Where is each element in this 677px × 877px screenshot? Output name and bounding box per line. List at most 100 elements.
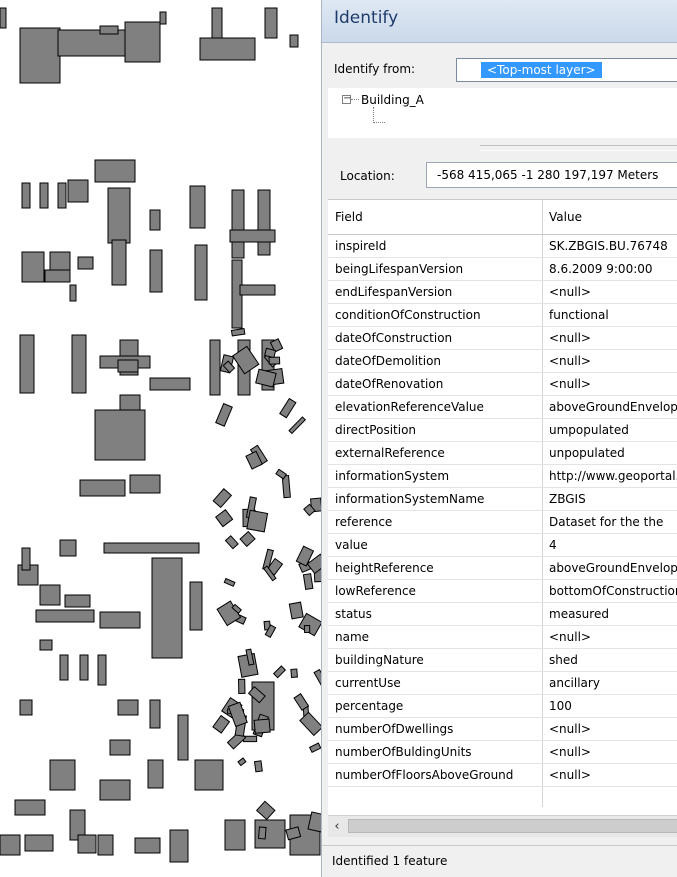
table-row[interactable]: directPosition umpopulated bbox=[328, 419, 677, 442]
building-footprint[interactable] bbox=[59, 539, 77, 557]
building-footprint[interactable] bbox=[79, 654, 89, 681]
identify-from-dropdown[interactable]: <Top-most layer> bbox=[456, 58, 677, 82]
building-footprint[interactable] bbox=[246, 509, 269, 533]
building-footprint[interactable] bbox=[77, 834, 97, 854]
building-footprint[interactable] bbox=[149, 249, 163, 293]
building-footprint[interactable] bbox=[227, 701, 248, 728]
building-footprint[interactable] bbox=[107, 187, 131, 244]
building-footprint[interactable] bbox=[257, 826, 267, 840]
building-footprint[interactable] bbox=[124, 21, 161, 63]
table-row[interactable]: beingLifespanVersion 8.6.2009 9:00:00 bbox=[328, 258, 677, 281]
building-footprint[interactable] bbox=[239, 530, 256, 548]
table-row[interactable]: endLifespanVersion <null> bbox=[328, 281, 677, 304]
building-footprint[interactable] bbox=[209, 339, 221, 396]
building-footprint[interactable] bbox=[39, 639, 53, 651]
building-footprint[interactable] bbox=[215, 509, 234, 528]
building-footprint[interactable] bbox=[97, 654, 107, 686]
building-footprint[interactable] bbox=[308, 742, 322, 754]
building-footprint[interactable] bbox=[35, 609, 95, 623]
table-row[interactable]: reference Dataset for the the bbox=[328, 511, 677, 534]
building-footprint[interactable] bbox=[0, 7, 7, 29]
building-footprint[interactable] bbox=[71, 334, 87, 394]
building-footprint[interactable] bbox=[159, 11, 167, 25]
building-footprint[interactable] bbox=[147, 759, 164, 789]
collapse-icon[interactable]: − bbox=[342, 94, 351, 104]
table-row[interactable]: status measured bbox=[328, 603, 677, 626]
building-footprint[interactable] bbox=[69, 284, 77, 302]
building-footprint[interactable] bbox=[99, 779, 131, 801]
building-footprint[interactable] bbox=[149, 699, 161, 729]
scroll-thumb[interactable] bbox=[348, 819, 677, 833]
building-footprint[interactable] bbox=[97, 834, 114, 856]
building-footprint[interactable] bbox=[299, 711, 324, 737]
table-row[interactable]: informationSystemName ZBGIS bbox=[328, 488, 677, 511]
building-footprint[interactable] bbox=[149, 209, 161, 231]
building-footprint[interactable] bbox=[117, 359, 139, 373]
results-tree[interactable]: − Building_A bbox=[328, 88, 677, 138]
building-footprint[interactable] bbox=[14, 799, 46, 816]
building-footprint[interactable] bbox=[255, 800, 276, 821]
building-footprint[interactable] bbox=[302, 573, 314, 591]
building-footprint[interactable] bbox=[99, 611, 141, 629]
building-footprint[interactable] bbox=[19, 699, 33, 716]
tree-layer-node[interactable]: Building_A bbox=[361, 93, 424, 107]
building-footprint[interactable] bbox=[215, 402, 233, 427]
building-footprint[interactable] bbox=[257, 189, 271, 256]
building-footprint[interactable] bbox=[303, 624, 311, 634]
building-footprint[interactable] bbox=[288, 601, 304, 620]
building-footprint[interactable] bbox=[289, 34, 299, 48]
table-row[interactable]: dateOfDemolition <null> bbox=[328, 350, 677, 373]
building-footprint[interactable] bbox=[224, 535, 239, 550]
building-footprint[interactable] bbox=[99, 25, 119, 35]
building-footprint[interactable] bbox=[268, 356, 281, 365]
building-footprint[interactable] bbox=[59, 654, 69, 681]
building-footprint[interactable] bbox=[169, 829, 189, 863]
horizontal-scrollbar[interactable]: ‹ bbox=[328, 815, 677, 837]
building-footprint[interactable] bbox=[24, 834, 54, 852]
building-footprint[interactable] bbox=[224, 819, 246, 851]
column-header-field[interactable]: Field bbox=[335, 210, 363, 224]
building-footprint[interactable] bbox=[290, 668, 298, 679]
table-row[interactable]: lowReference bottomOfConstruction bbox=[328, 580, 677, 603]
building-footprint[interactable] bbox=[293, 693, 310, 711]
building-footprint[interactable] bbox=[199, 37, 256, 61]
building-footprint[interactable] bbox=[264, 7, 278, 39]
building-footprint[interactable] bbox=[21, 182, 31, 209]
building-footprint[interactable] bbox=[77, 256, 94, 270]
building-footprint[interactable] bbox=[189, 185, 206, 229]
table-row[interactable]: buildingNature shed bbox=[328, 649, 677, 672]
table-row[interactable]: numberOfFloorsAboveGround <null> bbox=[328, 764, 677, 787]
building-footprint[interactable] bbox=[189, 581, 203, 631]
table-row[interactable]: dateOfRenovation <null> bbox=[328, 373, 677, 396]
building-footprint[interactable] bbox=[275, 468, 288, 480]
table-row[interactable]: informationSystem http://www.geoportal.sk bbox=[328, 465, 677, 488]
building-footprint[interactable] bbox=[94, 159, 136, 183]
building-footprint[interactable] bbox=[272, 665, 287, 679]
building-footprint[interactable] bbox=[239, 284, 276, 296]
building-footprint[interactable] bbox=[194, 244, 208, 301]
building-footprint[interactable] bbox=[149, 377, 191, 391]
table-row[interactable]: currentUse ancillary bbox=[328, 672, 677, 695]
table-row[interactable]: externalReference unpopulated bbox=[328, 442, 677, 465]
building-footprint[interactable] bbox=[288, 416, 307, 435]
building-footprint[interactable] bbox=[253, 718, 271, 734]
building-footprint[interactable] bbox=[94, 409, 146, 461]
building-footprint[interactable] bbox=[111, 239, 127, 286]
building-footprint[interactable] bbox=[211, 7, 223, 39]
building-footprint[interactable] bbox=[279, 397, 297, 419]
column-header-value[interactable]: Value bbox=[549, 210, 582, 224]
building-footprint[interactable] bbox=[79, 479, 126, 497]
building-footprint[interactable] bbox=[21, 251, 45, 283]
building-footprint[interactable] bbox=[129, 474, 161, 494]
building-footprint[interactable] bbox=[19, 334, 35, 394]
building-footprint[interactable] bbox=[253, 760, 263, 773]
building-footprint[interactable] bbox=[39, 182, 49, 209]
building-footprint[interactable] bbox=[212, 488, 233, 509]
building-footprint[interactable] bbox=[67, 179, 89, 203]
building-footprint[interactable] bbox=[151, 557, 183, 659]
building-footprint[interactable] bbox=[39, 584, 61, 606]
building-footprint[interactable] bbox=[0, 834, 21, 856]
building-footprint[interactable] bbox=[231, 189, 245, 259]
building-footprint[interactable] bbox=[194, 759, 224, 791]
building-footprint[interactable] bbox=[103, 542, 200, 554]
